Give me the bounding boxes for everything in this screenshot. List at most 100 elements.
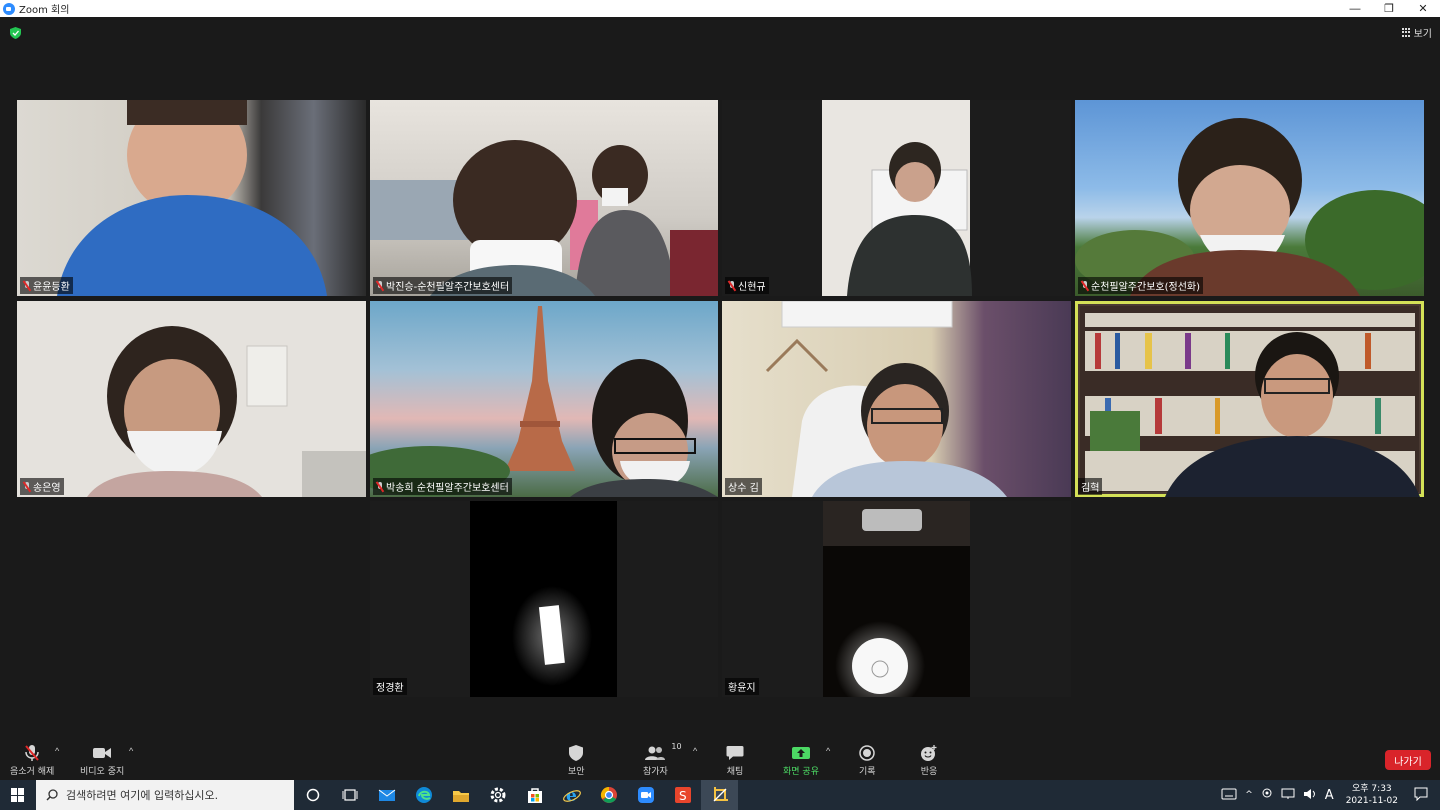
chat-button[interactable]: 채팅: [726, 744, 744, 777]
reactions-button[interactable]: 반응: [920, 744, 938, 777]
svg-text:S: S: [679, 789, 687, 803]
participant-video: [87, 326, 366, 497]
clock-date: 2021-11-02: [1345, 796, 1398, 806]
mic-muted-icon: [376, 280, 384, 291]
taskbar-search-box[interactable]: 검색하려면 여기에 입력하십시오.: [36, 780, 294, 810]
windows-taskbar: 검색하려면 여기에 입력하십시오. e S ^ A 오후 7:33 2021-1…: [0, 780, 1440, 810]
store-icon[interactable]: [516, 780, 553, 810]
participant-video: [57, 100, 327, 296]
participant-video: [1075, 118, 1424, 296]
mic-muted-icon: [376, 481, 384, 492]
share-screen-button[interactable]: 화면 공유: [783, 744, 819, 777]
video-tile[interactable]: 송은영: [17, 301, 366, 497]
participant-name-tag: 김혁: [1078, 478, 1103, 495]
participant-video: [1080, 306, 1420, 497]
taskbar-clock[interactable]: 오후 7:33 2021-11-02: [1346, 783, 1398, 807]
windows-logo-icon: [11, 788, 25, 802]
input-language[interactable]: A: [1325, 788, 1334, 803]
audio-options-caret[interactable]: ^: [55, 746, 59, 756]
webcam-icon[interactable]: [1261, 788, 1273, 803]
mic-muted-icon: [23, 481, 31, 492]
grid-view-icon: [1401, 28, 1411, 37]
participants-button[interactable]: 10 참가자: [643, 742, 682, 777]
mic-muted-icon: [1081, 280, 1089, 291]
window-title: Zoom 회의: [19, 5, 70, 16]
participant-name-tag: 송은영: [20, 478, 64, 495]
participant-name-tag: 순천필알주간보호(정선화): [1078, 277, 1204, 294]
volume-icon[interactable]: [1303, 788, 1317, 803]
file-explorer-icon[interactable]: [442, 780, 479, 810]
zoom-logo-icon: [3, 2, 15, 15]
security-button[interactable]: 보안: [568, 744, 585, 777]
keyboard-icon[interactable]: [1221, 788, 1237, 803]
cortana-icon[interactable]: [294, 780, 331, 810]
video-tile[interactable]: 윤윤등환: [17, 100, 366, 296]
participant-video: [370, 306, 718, 497]
mic-muted-icon: [728, 280, 736, 291]
reaction-emoji-icon: [920, 744, 938, 762]
video-tile[interactable]: 신현규: [722, 100, 1071, 296]
record-button[interactable]: 기록: [859, 744, 876, 777]
unmute-button[interactable]: 음소거 해제: [10, 744, 54, 777]
participant-name-tag: 박진승-순천필알주간보호센터: [373, 277, 513, 294]
video-tile[interactable]: 순천필알주간보호(정선화): [1075, 100, 1424, 296]
chat-icon: [726, 744, 744, 762]
participant-video: [470, 501, 617, 697]
participants-count: 10: [671, 742, 682, 751]
participant-name-tag: 신현규: [725, 277, 769, 294]
restore-button[interactable]: ❐: [1372, 0, 1406, 17]
chrome-icon[interactable]: [590, 780, 627, 810]
participant-video: [370, 140, 718, 296]
participants-icon: 10: [645, 742, 682, 762]
participant-name-tag: 황윤지: [725, 678, 759, 695]
zoom-icon[interactable]: [627, 780, 664, 810]
record-icon: [859, 744, 876, 762]
minimize-button[interactable]: —: [1338, 0, 1372, 17]
stop-video-button[interactable]: 비디오 중지: [80, 744, 124, 777]
system-tray: ^ A 오후 7:33 2021-11-02: [1217, 780, 1440, 810]
settings-icon[interactable]: [479, 780, 516, 810]
mail-icon[interactable]: [368, 780, 405, 810]
participant-name-tag: 박송희 순천필알주간보호센터: [373, 478, 512, 495]
participant-video: [765, 301, 1007, 497]
video-tile[interactable]: 박송희 순천필알주간보호센터: [370, 301, 718, 497]
participant-name-tag: 정경환: [373, 678, 407, 695]
view-label: 보기: [1413, 29, 1432, 40]
edge-icon[interactable]: [405, 780, 442, 810]
chevron-up-icon[interactable]: ^: [1245, 790, 1253, 800]
participant-name-tag: 상수 김: [725, 478, 762, 495]
ie-icon[interactable]: e: [553, 780, 590, 810]
network-icon[interactable]: [1281, 788, 1295, 803]
encryption-shield-icon[interactable]: [10, 27, 21, 39]
notification-icon[interactable]: [1414, 787, 1428, 804]
participant-video: [823, 501, 970, 697]
participants-options-caret[interactable]: ^: [693, 746, 697, 756]
snip-icon[interactable]: [701, 780, 738, 810]
start-button[interactable]: [0, 780, 36, 810]
task-view-icon[interactable]: [331, 780, 368, 810]
video-tile[interactable]: 정경환: [370, 501, 718, 697]
leave-meeting-button[interactable]: 나가기: [1385, 750, 1431, 770]
search-icon: [46, 789, 58, 801]
share-options-caret[interactable]: ^: [826, 746, 830, 756]
share-screen-icon: [791, 744, 811, 762]
mic-muted-icon: [23, 280, 31, 291]
video-tile[interactable]: 상수 김: [722, 301, 1071, 497]
view-button[interactable]: 보기: [1401, 25, 1432, 40]
video-options-caret[interactable]: ^: [129, 746, 133, 756]
clock-time: 오후 7:33: [1352, 784, 1392, 794]
close-button[interactable]: ✕: [1406, 0, 1440, 17]
shield-icon: [568, 744, 584, 762]
mic-muted-icon: [23, 744, 41, 762]
title-bar: Zoom 회의 — ❐ ✕: [0, 0, 1440, 17]
meeting-area: 보기 윤윤등환 박진승-순천필알주간보호센터 신현규 순천필알주간보호(정선화)…: [0, 17, 1440, 740]
video-tile-active-speaker[interactable]: 김혁: [1075, 301, 1424, 497]
video-tile[interactable]: 박진승-순천필알주간보호센터: [370, 100, 718, 296]
meeting-toolbar: 음소거 해제 ^ 비디오 중지 ^ 보안 10 참가자 ^ 채팅 화면 공유 ^: [0, 740, 1440, 780]
participant-name-tag: 윤윤등환: [20, 277, 73, 294]
video-tile[interactable]: 황윤지: [722, 501, 1071, 697]
app-s-icon[interactable]: S: [664, 780, 701, 810]
search-placeholder: 검색하려면 여기에 입력하십시오.: [66, 789, 219, 802]
video-camera-icon: [92, 744, 112, 762]
participant-video: [822, 100, 972, 296]
